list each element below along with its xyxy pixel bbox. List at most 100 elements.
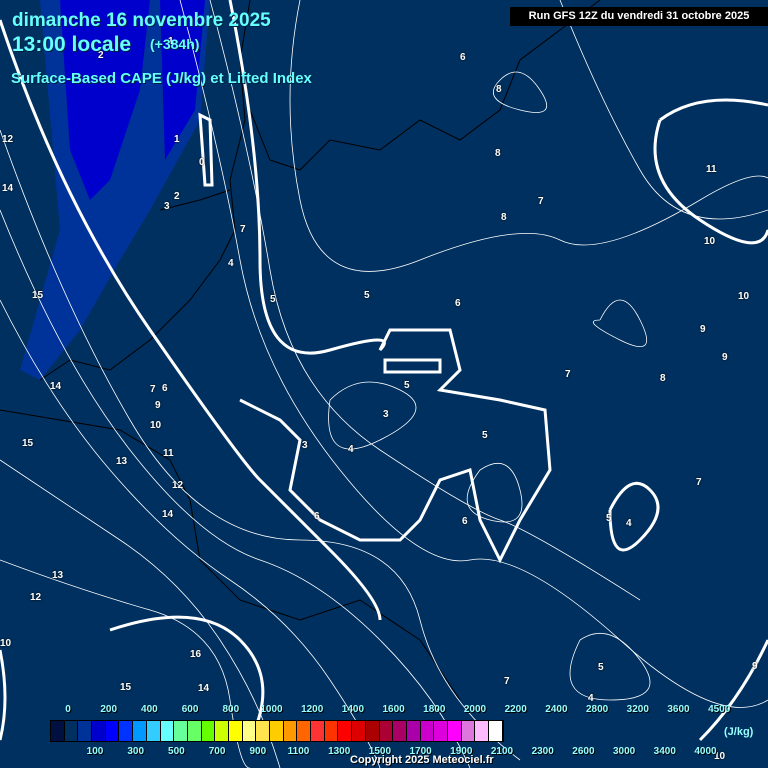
legend-label-bottom: 300 (127, 746, 145, 757)
legend-swatch (475, 721, 489, 741)
legend-label-top: 1000 (260, 704, 283, 715)
legend-label-top: 1600 (382, 704, 405, 715)
legend-label-bottom: 2600 (572, 746, 595, 757)
color-legend (50, 720, 504, 742)
li-value-label: 9 (700, 324, 706, 335)
legend-label-bottom: 2300 (531, 746, 554, 757)
parameter-title: Surface-Based CAPE (J/kg) et Lifted Inde… (11, 70, 312, 87)
legend-label-top: 3200 (626, 704, 649, 715)
legend-label-top: 2200 (504, 704, 527, 715)
legend-swatch (324, 721, 339, 741)
legend-swatch (256, 721, 270, 741)
li-value-label: 0 (199, 157, 205, 168)
legend-swatch (146, 721, 161, 741)
li-value-label: 7 (504, 676, 510, 687)
li-value-label: 5 (482, 430, 488, 441)
li-value-label: 8 (495, 148, 501, 159)
legend-label-bottom: 900 (249, 746, 267, 757)
legend-swatch (78, 721, 93, 741)
li-value-label: 15 (32, 290, 44, 301)
legend-label-top: 1400 (341, 704, 365, 715)
li-value-label: 14 (50, 381, 62, 392)
li-value-label: 13 (116, 456, 128, 467)
legend-swatch (447, 721, 462, 741)
legend-swatch (174, 721, 188, 741)
li-value-label: 13 (52, 570, 64, 581)
legend-label-top: 2800 (585, 704, 609, 715)
legend-swatch (270, 721, 284, 741)
li-value-label: 14 (198, 683, 210, 694)
li-value-label: 6 (314, 511, 320, 522)
forecast-date: dimanche 16 novembre 2025 (12, 10, 271, 31)
legend-label-bottom: 3000 (612, 746, 636, 757)
legend-label-bottom: 2100 (490, 746, 514, 757)
legend-label-top: 2000 (463, 704, 487, 715)
li-value-label: 9 (155, 400, 161, 411)
li-value-label: 3 (383, 409, 389, 420)
legend-swatch (365, 721, 380, 741)
legend-swatch (420, 721, 435, 741)
legend-label-bottom: 100 (86, 746, 104, 757)
legend-label-top: 200 (100, 704, 118, 715)
li-value-label: 2 (174, 191, 180, 202)
legend-swatch (406, 721, 421, 741)
legend-label-top: 400 (141, 704, 158, 715)
forecast-time: 13:00 locale (12, 33, 132, 56)
li-value-label: 12 (172, 480, 184, 491)
legend-label-bottom: 4000 (694, 746, 717, 757)
li-value-label: 4 (588, 693, 594, 704)
li-value-label: 3 (164, 201, 170, 212)
li-value-label: 4 (228, 258, 234, 269)
legend-swatch (489, 721, 503, 741)
legend-label-bottom: 3400 (653, 746, 676, 757)
li-value-label: 10 (704, 236, 716, 247)
legend-swatch (311, 721, 325, 741)
li-value-label: 10 (738, 291, 750, 302)
legend-label-top: 0 (65, 704, 71, 715)
li-value-label: 6 (455, 298, 461, 309)
legend-swatch (283, 721, 298, 741)
li-value-label: 6 (162, 383, 168, 394)
li-value-label: 9 (752, 661, 758, 672)
li-value-label: 4 (348, 444, 354, 455)
li-value-label: 5 (364, 290, 370, 301)
legend-label-top: 4500 (708, 704, 731, 715)
legend-swatch (228, 721, 243, 741)
legend-swatch (393, 721, 407, 741)
legend-label-top: 600 (181, 704, 199, 715)
li-value-label: 7 (240, 224, 246, 235)
li-value-label: 5 (606, 513, 612, 524)
copyright: Copyright 2025 Meteociel.fr (350, 754, 494, 766)
run-info: Run GFS 12Z du vendredi 31 octobre 2025 (510, 7, 768, 26)
li-value-label: 10 (0, 638, 12, 649)
legend-label-bottom: 1300 (328, 746, 351, 757)
legend-swatch (201, 721, 216, 741)
li-value-label: 8 (660, 373, 666, 384)
li-value-label: 15 (22, 438, 34, 449)
legend-label-top: 3600 (667, 704, 690, 715)
legend-unit: (J/kg) (724, 726, 754, 738)
li-value-label: 12 (30, 592, 42, 603)
legend-label-top: 1800 (423, 704, 446, 715)
li-value-label: 7 (538, 196, 544, 207)
legend-swatch (105, 721, 120, 741)
li-value-label: 15 (120, 682, 132, 693)
legend-swatch (434, 721, 448, 741)
li-value-label: 9 (722, 352, 728, 363)
legend-swatch (160, 721, 175, 741)
li-value-label: 7 (696, 477, 702, 488)
li-value-label: 5 (270, 294, 276, 305)
legend-swatch (461, 721, 476, 741)
forecast-lead-time: (+384h) (150, 36, 200, 52)
cape-shading (20, 0, 210, 380)
li-value-label: 6 (460, 52, 466, 63)
li-value-label: 5 (404, 380, 410, 391)
li-value-label: 7 (150, 384, 156, 395)
li-value-label: 5 (598, 662, 604, 673)
li-value-label: 8 (496, 84, 502, 95)
li-value-label: 3 (302, 440, 308, 451)
legend-swatch (379, 721, 394, 741)
li-value-label: 14 (2, 183, 14, 194)
li-value-label: 8 (501, 212, 507, 223)
li-value-label: 7 (565, 369, 571, 380)
